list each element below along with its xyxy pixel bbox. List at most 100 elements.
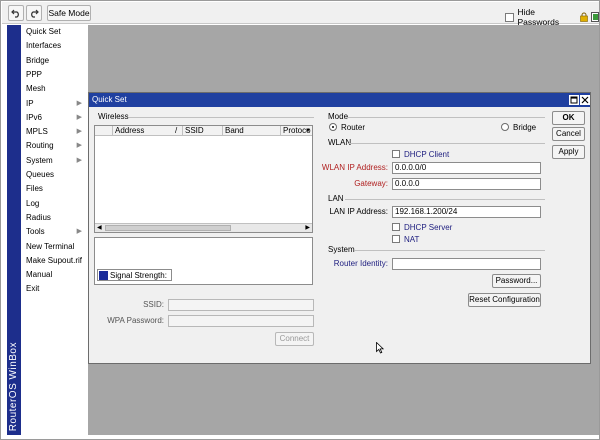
signal-strength-bar [99, 270, 108, 280]
router-identity-input[interactable] [392, 258, 541, 270]
status-icon [590, 12, 599, 22]
nat-box[interactable] [392, 235, 400, 243]
sidebar-item-label: System [26, 155, 53, 165]
gateway-input[interactable]: 0.0.0.0 [392, 178, 541, 190]
apply-button[interactable]: Apply [552, 145, 585, 159]
sidebar-item-new-terminal[interactable]: New Terminal [21, 240, 87, 254]
wlan-ip-label: WLAN IP Address: [321, 163, 388, 172]
lan-section-label: LAN [328, 194, 344, 203]
dhcp-client-checkbox[interactable]: DHCP Client [392, 149, 449, 159]
ssid-input[interactable] [168, 299, 314, 311]
table-header-blank [95, 126, 113, 136]
submenu-arrow-icon: ▶ [76, 228, 82, 236]
connect-button[interactable]: Connect [275, 332, 314, 346]
lan-divider [345, 199, 545, 200]
hide-passwords-checkbox[interactable] [505, 12, 514, 22]
dhcp-server-checkbox[interactable]: DHCP Server [392, 222, 452, 232]
column-header-address[interactable]: Address [113, 126, 183, 136]
password-button[interactable]: Password... [492, 274, 541, 288]
hide-passwords-toggle[interactable]: Hide Passwords [505, 7, 599, 27]
router-radio-dot[interactable] [329, 123, 337, 131]
signal-strength-meter: Signal Strength: [97, 269, 172, 281]
reset-configuration-button[interactable]: Reset Configuration [468, 293, 541, 307]
sidebar-item-manual[interactable]: Manual [21, 268, 87, 282]
safe-mode-button[interactable]: Safe Mode [47, 5, 91, 21]
redo-button[interactable] [26, 5, 42, 21]
scroll-left-icon[interactable]: ◀ [97, 224, 102, 232]
dhcp-server-box[interactable] [392, 223, 400, 231]
sidebar-item-label: New Terminal [26, 241, 75, 251]
signal-strength-panel: Signal Strength: [94, 237, 313, 285]
sidebar-item-tools[interactable]: Tools ▶ [21, 225, 87, 239]
sidebar-item-label: IP [26, 98, 34, 108]
sidebar-item-routing[interactable]: Routing ▶ [21, 139, 87, 153]
brand-strip: RouterOS WinBox [7, 25, 21, 435]
wireless-divider [129, 117, 314, 118]
wlan-ip-input[interactable]: 0.0.0.0/0 [392, 162, 541, 174]
sidebar-item-label: Quick Set [26, 27, 61, 36]
sidebar-item-ip[interactable]: IP ▶ [21, 97, 87, 111]
sidebar-item-label: Queues [26, 170, 55, 179]
lan-ip-input[interactable]: 192.168.1.200/24 [392, 206, 541, 218]
winbox-window: Safe Mode Hide Passwords RouterOS WinBox… [0, 0, 600, 440]
wireless-section-label: Wireless [98, 112, 129, 121]
cancel-button[interactable]: Cancel [552, 127, 585, 141]
sidebar-item-radius[interactable]: Radius [21, 211, 87, 225]
submenu-arrow-icon: ▶ [76, 113, 82, 121]
quick-set-dialog: Quick Set Wireless Address / SSID Band P… [88, 92, 591, 364]
sidebar-item-label: IPv6 [26, 112, 43, 122]
bridge-radio-dot[interactable] [501, 123, 509, 131]
sidebar-item-log[interactable]: Log [21, 197, 87, 211]
wpa-password-input[interactable] [168, 315, 314, 327]
sidebar-item-exit[interactable]: Exit [21, 282, 87, 296]
sidebar-item-label: Interfaces [26, 41, 62, 51]
sidebar-item-label: Mesh [26, 84, 46, 94]
mode-divider [347, 117, 545, 118]
sidebar-item-label: PPP [26, 69, 43, 79]
sidebar-item-queues[interactable]: Queues [21, 168, 87, 182]
scroll-right-icon[interactable]: ▶ [305, 224, 310, 232]
undo-button[interactable] [8, 5, 24, 21]
bridge-mode-radio[interactable]: Bridge [501, 122, 536, 132]
sidebar-item-ppp[interactable]: PPP [21, 68, 87, 82]
mouse-cursor-icon [376, 342, 384, 354]
column-header-sort-separator: / [175, 126, 183, 136]
maximize-icon[interactable] [569, 95, 579, 105]
sidebar-item-ipv6[interactable]: IPv6 ▶ [21, 111, 87, 125]
router-mode-radio[interactable]: Router [329, 122, 365, 132]
sidebar-item-mpls[interactable]: MPLS ▶ [21, 125, 87, 139]
submenu-arrow-icon: ▶ [76, 142, 82, 150]
submenu-arrow-icon: ▶ [76, 99, 82, 107]
sidebar-item-label: Bridge [26, 55, 50, 65]
scrollbar-thumb[interactable] [105, 225, 231, 231]
column-header-ssid[interactable]: SSID [183, 126, 223, 136]
close-icon[interactable] [580, 95, 590, 105]
sidebar-item-label: Make Supout.rif [26, 255, 83, 265]
sidebar-item-system[interactable]: System ▶ [21, 154, 87, 168]
ssid-label: SSID: [143, 300, 164, 309]
dialog-titlebar[interactable]: Quick Set [89, 93, 590, 107]
horizontal-scrollbar[interactable]: ◀ ▶ [95, 223, 312, 232]
dhcp-server-label: DHCP Server [404, 222, 453, 232]
nat-label: NAT [404, 234, 420, 244]
sidebar-item-bridge[interactable]: Bridge [21, 54, 87, 68]
nat-checkbox[interactable]: NAT [392, 234, 419, 244]
wireless-scan-table[interactable]: Address / SSID Band Protoco ▼ ◀ ▶ [94, 125, 313, 233]
sidebar-item-mesh[interactable]: Mesh [21, 82, 87, 96]
sidebar-item-interfaces[interactable]: Interfaces [21, 39, 87, 53]
column-dropdown-icon[interactable]: ▼ [305, 126, 311, 136]
sidebar-item-label: Files [26, 184, 43, 194]
submenu-arrow-icon: ▶ [76, 156, 82, 164]
column-header-protocol[interactable]: Protoco ▼ [281, 126, 312, 136]
sidebar-item-label: Log [26, 198, 40, 208]
ok-button[interactable]: OK [552, 111, 585, 125]
sidebar-item-quick-set[interactable]: Quick Set [21, 25, 87, 39]
toolbar: Safe Mode Hide Passwords [2, 2, 599, 27]
sidebar-item-files[interactable]: Files [21, 182, 87, 196]
column-header-band[interactable]: Band [223, 126, 281, 136]
dhcp-client-box[interactable] [392, 150, 400, 158]
router-identity-label: Router Identity: [333, 259, 388, 268]
bridge-mode-label: Bridge [513, 122, 537, 132]
lan-ip-label: LAN IP Address: [329, 207, 388, 216]
sidebar-item-make-supout-rif[interactable]: Make Supout.rif [21, 254, 87, 268]
